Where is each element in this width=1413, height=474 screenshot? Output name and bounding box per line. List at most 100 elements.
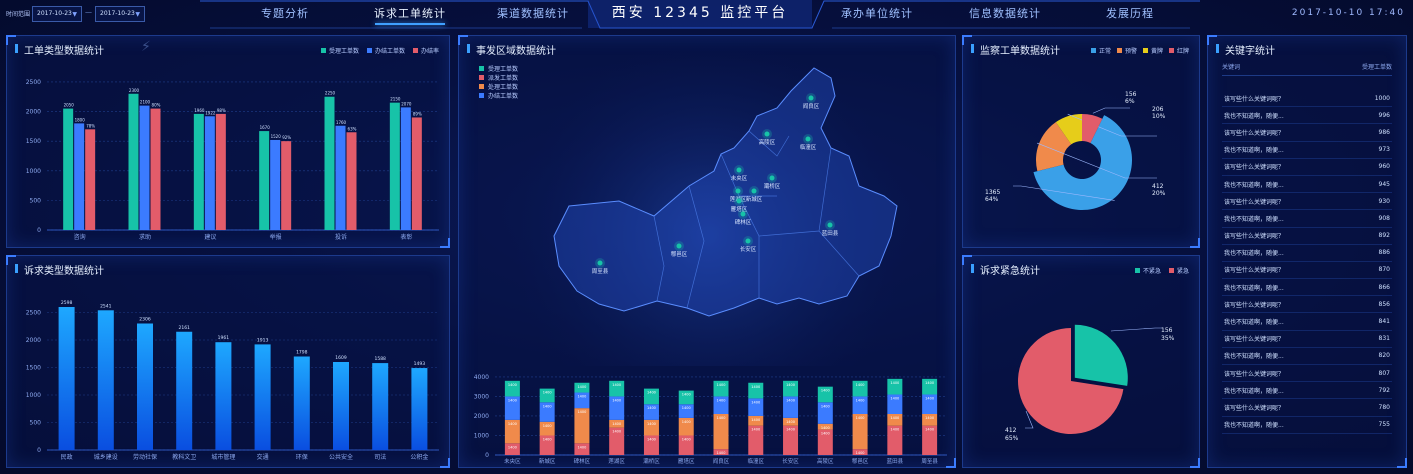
date-separator: — xyxy=(85,8,92,16)
segment-value-label: 1400 xyxy=(682,393,691,397)
district-marker xyxy=(745,238,751,244)
segment-value-label: 1400 xyxy=(786,398,795,402)
bar xyxy=(176,331,193,450)
district-marker xyxy=(740,211,746,217)
list-item[interactable]: 我也不知道啊，随便... 792 xyxy=(1222,382,1392,400)
list-item[interactable]: 我也不知道啊，随便... 973 xyxy=(1222,142,1392,159)
x-tick-label: 阎良区 xyxy=(713,457,730,465)
keywords-table-header: 关键词 受理工单数 xyxy=(1222,62,1392,76)
tab-history[interactable]: 发展历程 xyxy=(1075,2,1185,26)
segment-value-label: 1400 xyxy=(890,428,899,432)
list-item[interactable]: 该写些什么关键词呢？ 960 xyxy=(1222,159,1392,176)
bar xyxy=(346,132,357,230)
list-item[interactable]: 我也不知道啊，随便... 886 xyxy=(1222,245,1392,262)
y-tick-label: 1000 xyxy=(26,168,41,175)
segment-value-label: 1400 xyxy=(612,430,621,434)
bar xyxy=(58,307,75,450)
x-tick-label: 建议 xyxy=(204,233,216,241)
list-item[interactable]: 该写些什么关键词呢？ 892 xyxy=(1222,228,1392,245)
bar-value-label: 63% xyxy=(348,126,357,131)
date-from-value: 2017-10-23 xyxy=(37,10,72,17)
district-label: 新城区 xyxy=(746,195,763,203)
segment-value-label: 1400 xyxy=(751,428,760,432)
list-item[interactable]: 我也不知道啊，随便... 866 xyxy=(1222,279,1392,297)
segment-value-label: 1400 xyxy=(647,437,656,441)
x-tick-label: 环保 xyxy=(296,453,308,461)
slice-percent-label: 65% xyxy=(1005,435,1019,442)
supervision-donut-chart: 136564% 41220% 20610% 1566% xyxy=(985,91,1166,211)
list-item[interactable]: 我也不知道啊，随便... 908 xyxy=(1222,210,1392,228)
list-item[interactable]: 我也不知道啊，随便... 755 xyxy=(1222,417,1392,434)
region-map[interactable]: 阎良区高陵区临潼区未央区灞桥区莲湖区新城区雁塔区碑林区长安区鄠邑区周至县蓝田县 xyxy=(459,36,957,366)
tab-undertaking-units[interactable]: 承办单位统计 xyxy=(822,2,932,26)
bar xyxy=(85,129,96,230)
district-marker xyxy=(805,136,811,142)
x-tick-label: 临潼区 xyxy=(748,457,765,465)
segment-value-label: 1400 xyxy=(925,416,934,420)
bar xyxy=(335,125,346,230)
bar-value-label: 1520 xyxy=(271,134,282,139)
bar xyxy=(411,117,422,230)
list-item[interactable]: 我也不知道啊，随便... 820 xyxy=(1222,348,1392,365)
leader-line xyxy=(1092,107,1130,114)
bar xyxy=(215,113,226,230)
bar-value-label: 1760 xyxy=(336,120,347,125)
pie-slice xyxy=(1074,324,1128,386)
bar-value-label: 78% xyxy=(86,123,95,128)
col-keyword: 关键词 xyxy=(1222,64,1241,71)
segment-value-label: 1400 xyxy=(577,445,586,449)
bar-value-label: 2541 xyxy=(100,303,112,309)
list-item[interactable]: 该写些什么关键词呢？ 807 xyxy=(1222,365,1392,383)
keyword-count: 886 xyxy=(1378,249,1390,257)
x-tick-label: 城乡建设 xyxy=(94,453,118,461)
keyword-text: 该写些什么关键词呢？ xyxy=(1224,267,1285,275)
district-marker xyxy=(736,167,742,173)
keyword-text: 该写些什么关键词呢？ xyxy=(1224,198,1285,206)
list-item[interactable]: 我也不知道啊，随便... 841 xyxy=(1222,313,1392,331)
district-marker xyxy=(735,188,741,194)
x-tick-label: 碑林区 xyxy=(574,457,591,465)
slice-value-label: 412 xyxy=(1005,427,1017,434)
keyword-count: 820 xyxy=(1378,352,1390,360)
date-to-picker[interactable]: 2017-10-23 ▼ xyxy=(95,6,145,22)
x-tick-label: 公积金 xyxy=(410,453,428,461)
tab-channel-data[interactable]: 渠道数据统计 xyxy=(478,2,588,26)
list-item[interactable]: 该写些什么关键词呢？ 780 xyxy=(1222,399,1392,417)
urgency-panel: 诉求紧急统计 不紧急 紧急 156 35% 412 65% xyxy=(962,255,1200,468)
list-item[interactable]: 我也不知道啊，随便... 996 xyxy=(1222,107,1392,125)
top-bar: 时间范围 2017-10-23 ▼ — 2017-10-23 ▼ 专题分析 诉求… xyxy=(0,0,1413,30)
list-item[interactable]: 该写些什么关键词呢？ 856 xyxy=(1222,296,1392,314)
x-tick-label: 莲湖区 xyxy=(608,457,625,465)
list-item[interactable]: 该写些什么关键词呢？ 1000 xyxy=(1222,90,1392,108)
y-tick-label: 3000 xyxy=(474,393,489,400)
bar-value-label: 98% xyxy=(217,108,226,113)
bar xyxy=(215,342,232,450)
keyword-count: 780 xyxy=(1378,403,1390,411)
bar-value-label: 1960 xyxy=(194,108,205,113)
order-type-chart: 0 500 1000 1500 2000 2500 2050 180078% 咨询 2300 210… xyxy=(26,79,439,241)
district-marker xyxy=(769,175,775,181)
tab-appeal-orders[interactable]: 诉求工单统计 xyxy=(355,2,465,26)
segment-value-label: 1400 xyxy=(821,389,830,393)
bar xyxy=(150,108,161,230)
list-item[interactable]: 该写些什么关键词呢？ 930 xyxy=(1222,193,1392,211)
segment-value-label: 1400 xyxy=(543,424,552,428)
segment-value-label: 1400 xyxy=(717,398,726,402)
segment-value-label: 1400 xyxy=(682,437,691,441)
keyword-text: 我也不知道啊，随便... xyxy=(1224,387,1284,395)
list-item[interactable]: 该写些什么关键词呢？ 870 xyxy=(1222,262,1392,280)
bar-value-label: 2598 xyxy=(61,300,73,306)
current-datetime: 2017-10-10 17:40 xyxy=(1291,8,1405,18)
segment-value-label: 1400 xyxy=(543,437,552,441)
list-item[interactable]: 该写些什么关键词呢？ 986 xyxy=(1222,124,1392,142)
tab-info-data[interactable]: 信息数据统计 xyxy=(945,2,1065,26)
slice-value-label: 1365 xyxy=(985,189,1000,196)
segment-value-label: 1400 xyxy=(856,451,865,455)
list-item[interactable]: 我也不知道啊，随便... 945 xyxy=(1222,176,1392,194)
segment-value-label: 1400 xyxy=(577,395,586,399)
x-tick-label: 民政 xyxy=(61,453,73,461)
tab-topic-analysis[interactable]: 专题分析 xyxy=(235,2,335,26)
segment-value-label: 1400 xyxy=(717,416,726,420)
date-from-picker[interactable]: 2017-10-23 ▼ xyxy=(32,6,82,22)
list-item[interactable]: 该写些什么关键词呢？ 831 xyxy=(1222,331,1392,348)
